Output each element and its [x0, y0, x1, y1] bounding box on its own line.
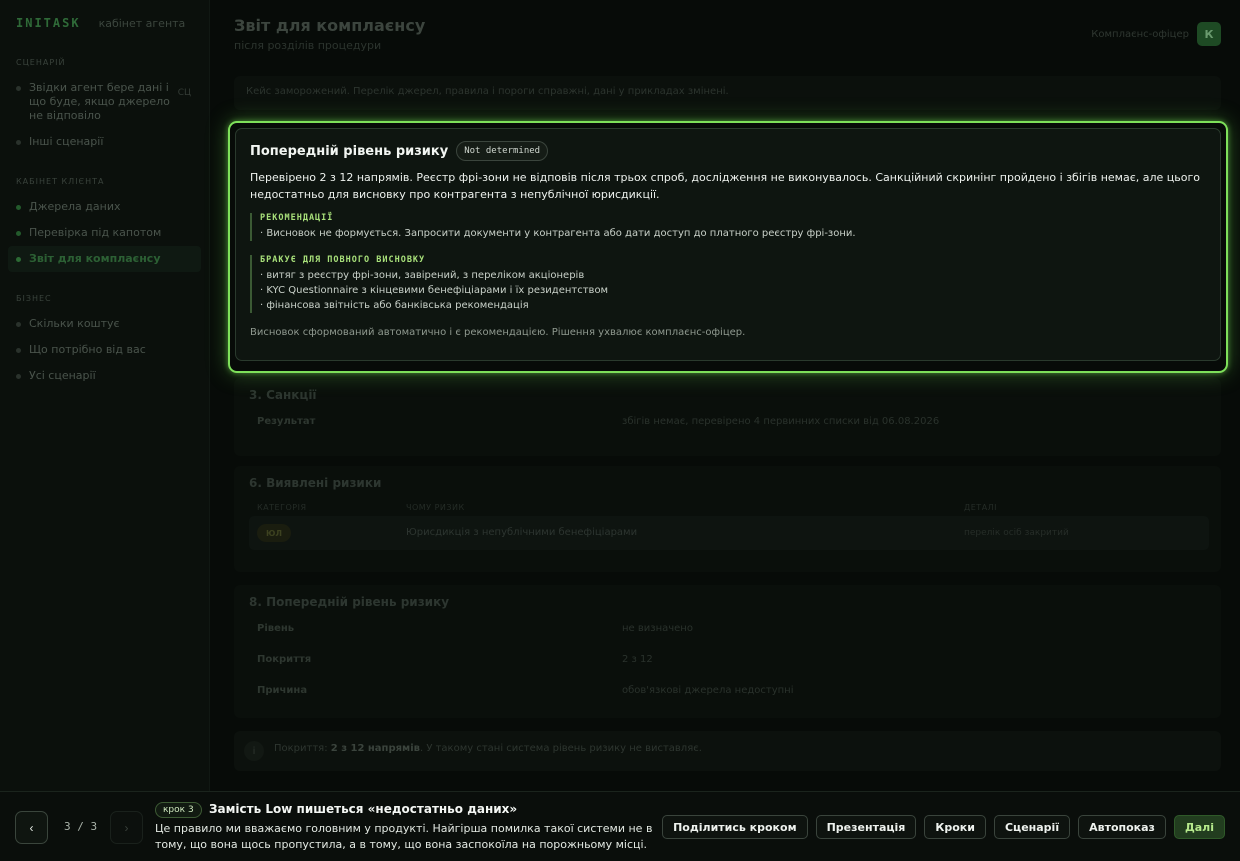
sidebar-item-pricing[interactable]: Скільки коштує	[16, 311, 201, 337]
coverage-value: 2 з 12	[622, 654, 653, 665]
sidebar-item-under-the-hood[interactable]: Перевірка під капотом	[16, 220, 201, 246]
reason-label: Причина	[257, 685, 308, 696]
risk-detail: перелік осіб закритий	[964, 528, 1069, 538]
tour-prev-button[interactable]: ‹	[15, 811, 48, 844]
recommendations-block: РЕКОМЕНДАЦІЇ · Висновок не формується. З…	[250, 213, 1206, 241]
sidebar-item-label: Джерела даних	[29, 200, 121, 213]
bullet-icon	[16, 348, 21, 353]
preliminary-risk-card: Попередній рівень ризику Not determined …	[235, 128, 1221, 361]
risks-section: 6. Виявлені ризики Категорія Чому ризик …	[234, 466, 1221, 572]
bullet-icon	[16, 140, 21, 145]
coverage-label: Покриття	[257, 654, 312, 665]
missing-data-item: · фінансова звітність або банківська рек…	[260, 300, 529, 311]
sidebar-section-title: Бізнес	[16, 294, 52, 303]
info-icon: i	[244, 741, 264, 761]
risk-card-summary: Перевірено 2 з 12 напрямів. Реєстр фрі-з…	[250, 171, 1200, 201]
coverage-info-text: Покриття: 2 з 12 напрямів. У такому стан…	[274, 743, 702, 754]
sidebar-section-title: Кабінет клієнта	[16, 177, 105, 186]
case-notice: Кейс заморожений. Перелік джерел, правил…	[234, 76, 1221, 110]
main-content: Звіт для комплаєнсу після розділів проце…	[211, 0, 1240, 791]
risk-card-disclaimer: Висновок сформований автоматично і є рек…	[250, 327, 746, 338]
sidebar-item-label: Звідки агент бере дані і що буде, якщо д…	[29, 81, 170, 122]
bullet-icon	[16, 86, 21, 91]
risk-category-chip: ЮЛ	[257, 524, 291, 542]
presentation-button[interactable]: Презентація	[815, 815, 917, 839]
brand: INITASK кабінет агента	[16, 16, 201, 34]
sidebar-item-label: Що потрібно від вас	[29, 343, 146, 356]
user-menu[interactable]: Комплаєнс-офіцер К	[1091, 22, 1221, 46]
sidebar-item-label: Скільки коштує	[29, 317, 120, 330]
info-suffix: . У такому стані система рівень ризику н…	[419, 743, 702, 754]
sidebar-item-all-scenarios[interactable]: Усі сценарії	[16, 363, 201, 389]
brand-subtitle: кабінет агента	[98, 17, 186, 30]
bullet-icon	[16, 374, 21, 379]
step-title: Замість Low пишеться «недостатньо даних»	[209, 802, 518, 816]
bullet-icon	[16, 257, 21, 262]
sidebar-item-label: Інші сценарії	[29, 135, 104, 148]
sidebar-item-data-sources[interactable]: Джерела даних	[16, 194, 201, 220]
table-row[interactable]: ЮЛ Юрисдикція з непублічними бенефіціара…	[249, 516, 1209, 550]
sidebar-item-other-scenarios[interactable]: Інші сценарії	[16, 129, 201, 155]
sanctions-result-label: Результат	[257, 416, 316, 427]
info-prefix: Покриття:	[274, 743, 331, 754]
reason-value: обов'язкові джерела недоступні	[622, 685, 794, 696]
bullet-icon	[16, 322, 21, 327]
brand-logo[interactable]: INITASK	[16, 16, 81, 30]
tour-bar: ‹ 3 / 3 › крок 3 Замість Low пишеться «н…	[0, 791, 1240, 861]
recommendations-title: РЕКОМЕНДАЦІЇ	[260, 213, 334, 223]
missing-data-block: БРАКУЄ ДЛЯ ПОВНОГО ВИСНОВКУ · витяг з ре…	[250, 255, 1206, 313]
info-bold: 2 з 12 напрямів	[330, 743, 420, 754]
bullet-icon	[16, 205, 21, 210]
step-description: Це правило ми вважаємо головним у продук…	[155, 822, 653, 851]
sanctions-result-value: збігів немає, перевірено 4 первинних спи…	[622, 416, 940, 427]
sidebar: INITASK кабінет агента Сценарій Звідки а…	[0, 0, 210, 791]
page-subtitle: після розділів процедури	[234, 39, 382, 52]
table-header-category: Категорія	[257, 503, 307, 512]
steps-button[interactable]: Кроки	[924, 815, 986, 839]
autoplay-button[interactable]: Автопоказ	[1078, 815, 1166, 839]
table-header-details: Деталі	[964, 503, 998, 512]
sanctions-section: 3. Санкції Результат збігів немає, перев…	[234, 378, 1221, 456]
sidebar-item-compliance-report[interactable]: Звіт для комплаєнсу	[8, 246, 201, 272]
sidebar-section-title: Сценарій	[16, 58, 66, 67]
sidebar-item-requirements[interactable]: Що потрібно від вас	[16, 337, 201, 363]
recommendation-item: · Висновок не формується. Запросити доку…	[260, 228, 856, 239]
level-label: Рівень	[257, 623, 295, 634]
risk-card-title: Попередній рівень ризику	[250, 143, 449, 159]
share-step-button[interactable]: Поділитись кроком	[662, 815, 808, 839]
table-header-reason: Чому ризик	[406, 503, 465, 512]
page-title: Звіт для комплаєнсу	[234, 16, 426, 35]
step-chip: крок 3	[155, 802, 202, 818]
missing-data-title: БРАКУЄ ДЛЯ ПОВНОГО ВИСНОВКУ	[260, 255, 426, 265]
sidebar-item-data-sources-scenario[interactable]: Звідки агент бере дані і що буде, якщо д…	[16, 75, 201, 129]
level-value: не визначено	[622, 623, 693, 634]
status-badge: Not determined	[456, 141, 549, 161]
risk-level-section: 8. Попередній рівень ризику Рівень не ви…	[234, 585, 1221, 718]
next-button[interactable]: Далі	[1173, 815, 1225, 839]
tour-next-arrow-button[interactable]: ›	[110, 811, 143, 844]
missing-data-item: · KYC Questionnaire з кінцевими бенефіці…	[260, 285, 609, 296]
sidebar-item-label: Звіт для комплаєнсу	[29, 252, 161, 265]
sidebar-item-label: Усі сценарії	[29, 369, 96, 382]
missing-data-item: · витяг з реєстру фрі-зони, завірений, з…	[260, 270, 585, 281]
scenarios-button[interactable]: Сценарії	[993, 815, 1071, 839]
section-title: 6. Виявлені ризики	[249, 476, 382, 490]
risk-reason: Юрисдикція з непублічними бенефіціарами	[406, 527, 638, 538]
section-title: 3. Санкції	[249, 388, 317, 402]
user-name: Комплаєнс-офіцер	[1091, 28, 1189, 40]
sidebar-item-tag: СЦ	[177, 88, 191, 98]
bullet-icon	[16, 231, 21, 236]
tour-step-counter: 3 / 3	[64, 820, 98, 833]
avatar[interactable]: К	[1197, 22, 1221, 46]
section-title: 8. Попередній рівень ризику	[249, 595, 450, 609]
sidebar-item-label: Перевірка під капотом	[29, 226, 162, 239]
tour-actions: Поділитись кроком Презентація Кроки Сцен…	[662, 815, 1225, 839]
coverage-info-bar: i Покриття: 2 з 12 напрямів. У такому ст…	[234, 731, 1221, 771]
